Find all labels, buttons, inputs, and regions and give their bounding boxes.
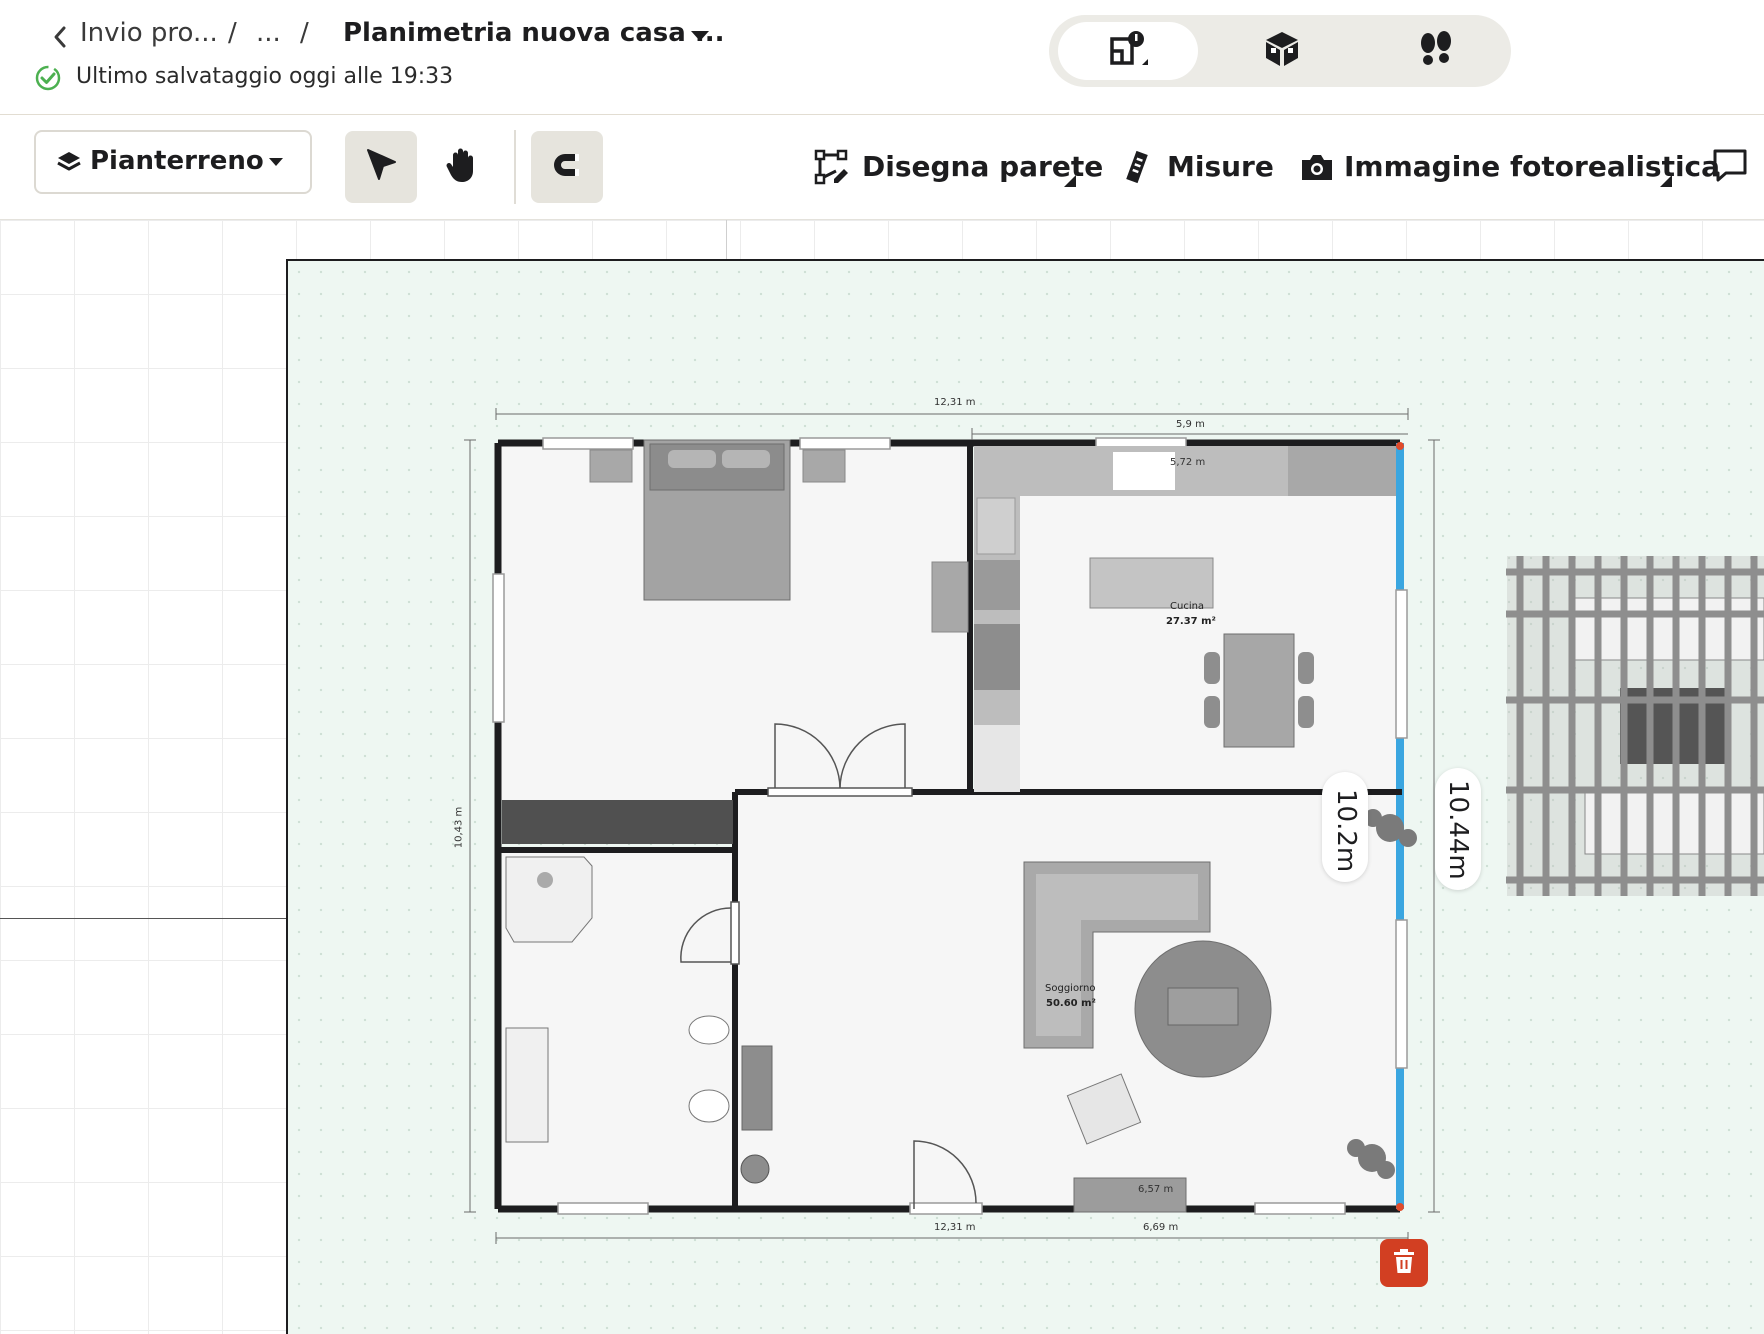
- room-name-kitchen: Cucina: [1170, 601, 1205, 612]
- trash-icon: [1392, 1248, 1416, 1278]
- dim-kitchen-top-label: 5,9 m: [1176, 419, 1205, 430]
- dim-kitchen-inner-label: 5,72 m: [1170, 457, 1206, 468]
- wall-endpoint-handle[interactable]: [1396, 1203, 1404, 1211]
- dresser[interactable]: [931, 561, 969, 633]
- room-name-living: Soggiorno: [1045, 983, 1096, 994]
- wall-length-inner-label: 10.2m: [1331, 789, 1361, 873]
- wardrobe-block[interactable]: [502, 800, 733, 844]
- dim-bottom-inner-label: 6,57 m: [1138, 1184, 1174, 1195]
- pergola[interactable]: [1506, 556, 1764, 896]
- dim-total-top-label: 12,31 m: [934, 397, 976, 408]
- nightstand-left[interactable]: [589, 449, 633, 483]
- wall-length-outer-label: 10.44m: [1443, 780, 1473, 880]
- nightstand-right[interactable]: [802, 449, 846, 483]
- dim-left-label: 10,43 m: [453, 806, 465, 849]
- round-rug-coffee-table[interactable]: [1134, 940, 1272, 1078]
- kitchen-sink[interactable]: [1113, 452, 1175, 490]
- dim-bottom-left-label: 12,31 m: [934, 1222, 976, 1233]
- room-area-living: 50.60 m²: [1046, 998, 1096, 1009]
- room-area-kitchen: 27.37 m²: [1166, 616, 1216, 627]
- floor-plan[interactable]: [0, 0, 1764, 1334]
- wall-endpoint-handle[interactable]: [1396, 442, 1404, 450]
- double-bed[interactable]: [643, 439, 791, 601]
- dim-bottom-right-label: 6,69 m: [1143, 1222, 1179, 1233]
- delete-wall-button[interactable]: [1380, 1239, 1428, 1287]
